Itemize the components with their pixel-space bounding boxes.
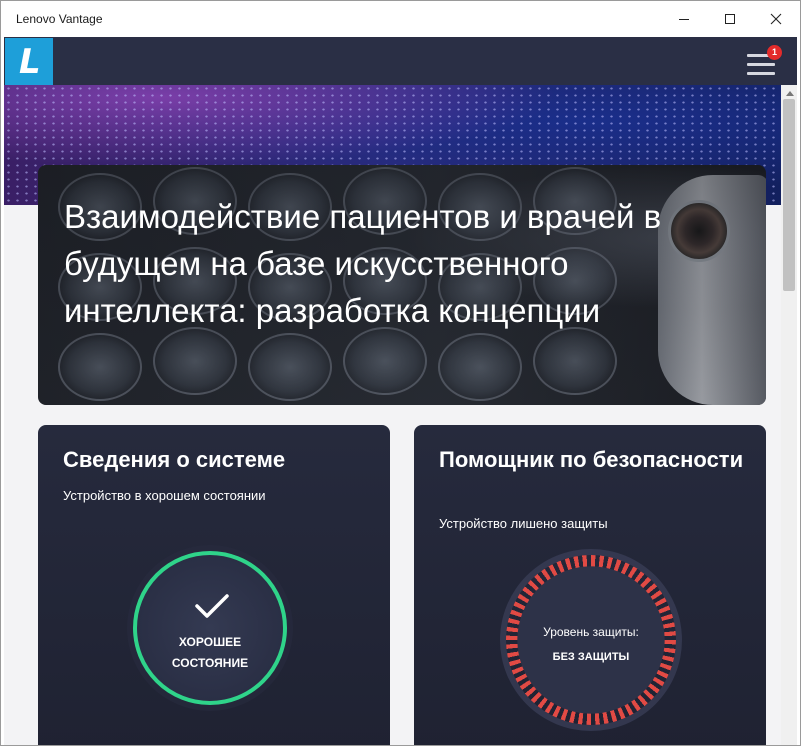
lenovo-vantage-logo[interactable]: L <box>5 38 53 85</box>
system-info-card[interactable]: Сведения о системе Устройство в хорошем … <box>38 425 390 745</box>
security-advisor-subtitle: Устройство лишено защиты <box>439 516 608 531</box>
hamburger-icon-line <box>747 72 775 75</box>
system-info-subtitle: Устройство в хорошем состоянии <box>63 488 266 503</box>
system-status-line2: СОСТОЯНИЕ <box>171 656 249 670</box>
security-level-value: БЕЗ ЗАЩИТЫ <box>552 651 630 663</box>
article-title: Взаимодействие пациентов и врачей в буду… <box>64 198 662 329</box>
security-advisor-card[interactable]: Помощник по безопасности Устройство лише… <box>414 425 766 745</box>
scroll-up-arrow-icon[interactable] <box>786 91 794 96</box>
close-icon <box>770 13 782 25</box>
dashboard-content: Взаимодействие пациентов и врачей в буду… <box>4 85 781 745</box>
maximize-button[interactable] <box>707 1 753 37</box>
system-status-line1: ХОРОШЕЕ <box>178 635 242 649</box>
close-button[interactable] <box>753 1 799 37</box>
minimize-button[interactable] <box>661 1 707 37</box>
security-advisor-title: Помощник по безопасности <box>439 447 744 472</box>
main-menu-button[interactable]: 1 <box>744 45 782 77</box>
app-header: L 1 <box>4 37 797 85</box>
window-title: Lenovo Vantage <box>16 12 103 26</box>
featured-article-card[interactable]: Взаимодействие пациентов и врачей в буду… <box>38 165 766 405</box>
system-status-indicator: ХОРОШЕЕ СОСТОЯНИЕ <box>133 551 287 705</box>
notification-badge: 1 <box>767 45 782 60</box>
scroll-thumb[interactable] <box>783 99 795 291</box>
system-info-title: Сведения о системе <box>63 447 286 472</box>
checkmark-icon <box>195 594 229 618</box>
security-level-gauge: Уровень защиты: БЕЗ ЗАЩИТЫ <box>506 555 676 725</box>
title-bar[interactable]: Lenovo Vantage <box>1 1 800 37</box>
security-level-label: Уровень защиты: <box>543 625 639 639</box>
logo-letter: L <box>19 42 41 82</box>
minimize-icon <box>679 19 689 20</box>
vertical-scrollbar[interactable] <box>781 85 797 745</box>
app-window: Lenovo Vantage L 1 Взаимодействие пациен… <box>0 0 801 746</box>
maximize-icon <box>725 14 735 24</box>
hamburger-icon-line <box>747 63 775 66</box>
